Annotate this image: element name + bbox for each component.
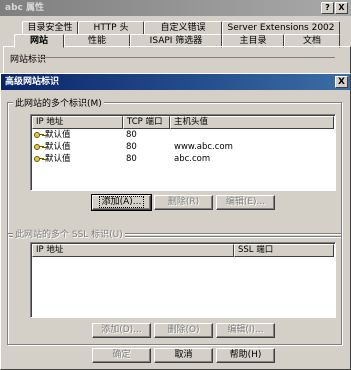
tab-directory-security[interactable]: 目录安全性 [22, 21, 78, 35]
edit-ssl-button[interactable]: 编辑(I)... [216, 323, 275, 338]
group-divider [40, 57, 335, 58]
column-ssl-port[interactable]: SSL 端口 [234, 244, 334, 257]
website-identification-label: 网站标识 [10, 55, 47, 65]
ssl-identities-list[interactable]: IP 地址 SSL 端口 [30, 242, 336, 318]
identities-list[interactable]: IP 地址 TCP 端口 主机头值 默认值 80 默认值 80 www.abc.… [30, 114, 336, 191]
ip-cell: 默认值 [45, 142, 71, 152]
column-host-header[interactable]: 主机头值 [170, 116, 334, 129]
key-icon [34, 131, 44, 139]
list-item[interactable]: 默认值 80 abc.com [32, 154, 334, 165]
add-identity-label: 添加(A)... [98, 196, 145, 208]
advanced-identification-dialog: 高级网站标识 X 此网站的多个标识(M) IP 地址 TCP 端口 主机头值 默… [0, 73, 351, 370]
identities-group-label: 此网站的多个标识(M) [13, 96, 104, 109]
tab-server-extensions[interactable]: Server Extensions 2002 [222, 21, 340, 35]
key-icon [34, 143, 44, 151]
tab-custom-errors[interactable]: 自定义错误 [144, 21, 222, 35]
tab-row-back: 目录安全性 HTTP 头 自定义错误 Server Extensions 200… [0, 21, 351, 35]
list-item[interactable]: 默认值 80 [32, 130, 334, 141]
dialog-title: 高级网站标识 [1, 74, 350, 90]
ip-cell: 默认值 [45, 154, 71, 164]
help-button[interactable]: 帮助(H) [216, 348, 275, 363]
list-item[interactable]: 默认值 80 www.abc.com [32, 142, 334, 153]
column-ssl-ip-address[interactable]: IP 地址 [32, 244, 234, 257]
tab-website[interactable]: 网站 [14, 34, 64, 48]
key-icon [34, 155, 44, 163]
help-title-button[interactable]: ? [321, 2, 334, 14]
add-ssl-button[interactable]: 添加(D)... [92, 323, 151, 338]
dialog-close-button[interactable]: X [335, 76, 348, 88]
cancel-button[interactable]: 取消 [154, 348, 213, 363]
edit-identity-button[interactable]: 编辑(E)... [216, 195, 275, 210]
tab-http-headers[interactable]: HTTP 头 [78, 21, 144, 35]
port-cell: 80 [126, 154, 137, 164]
column-ip-address[interactable]: IP 地址 [32, 116, 123, 129]
host-cell: abc.com [174, 154, 211, 164]
ip-cell: 默认值 [45, 130, 71, 140]
add-identity-button[interactable]: 添加(A)... [91, 194, 152, 211]
close-title-button[interactable]: X [335, 2, 348, 14]
remove-identity-button[interactable]: 删除(R) [154, 195, 213, 210]
port-cell: 80 [126, 130, 137, 140]
port-cell: 80 [126, 142, 137, 152]
column-tcp-port[interactable]: TCP 端口 [123, 116, 170, 129]
remove-ssl-button[interactable]: 删除(O) [154, 323, 213, 338]
ok-button[interactable]: 确定 [92, 348, 151, 363]
host-cell: www.abc.com [174, 142, 233, 152]
outer-window-title: abc 属性 [0, 0, 351, 16]
ssl-group-label: 此网站的多个 SSL 标识(U) [13, 227, 125, 240]
